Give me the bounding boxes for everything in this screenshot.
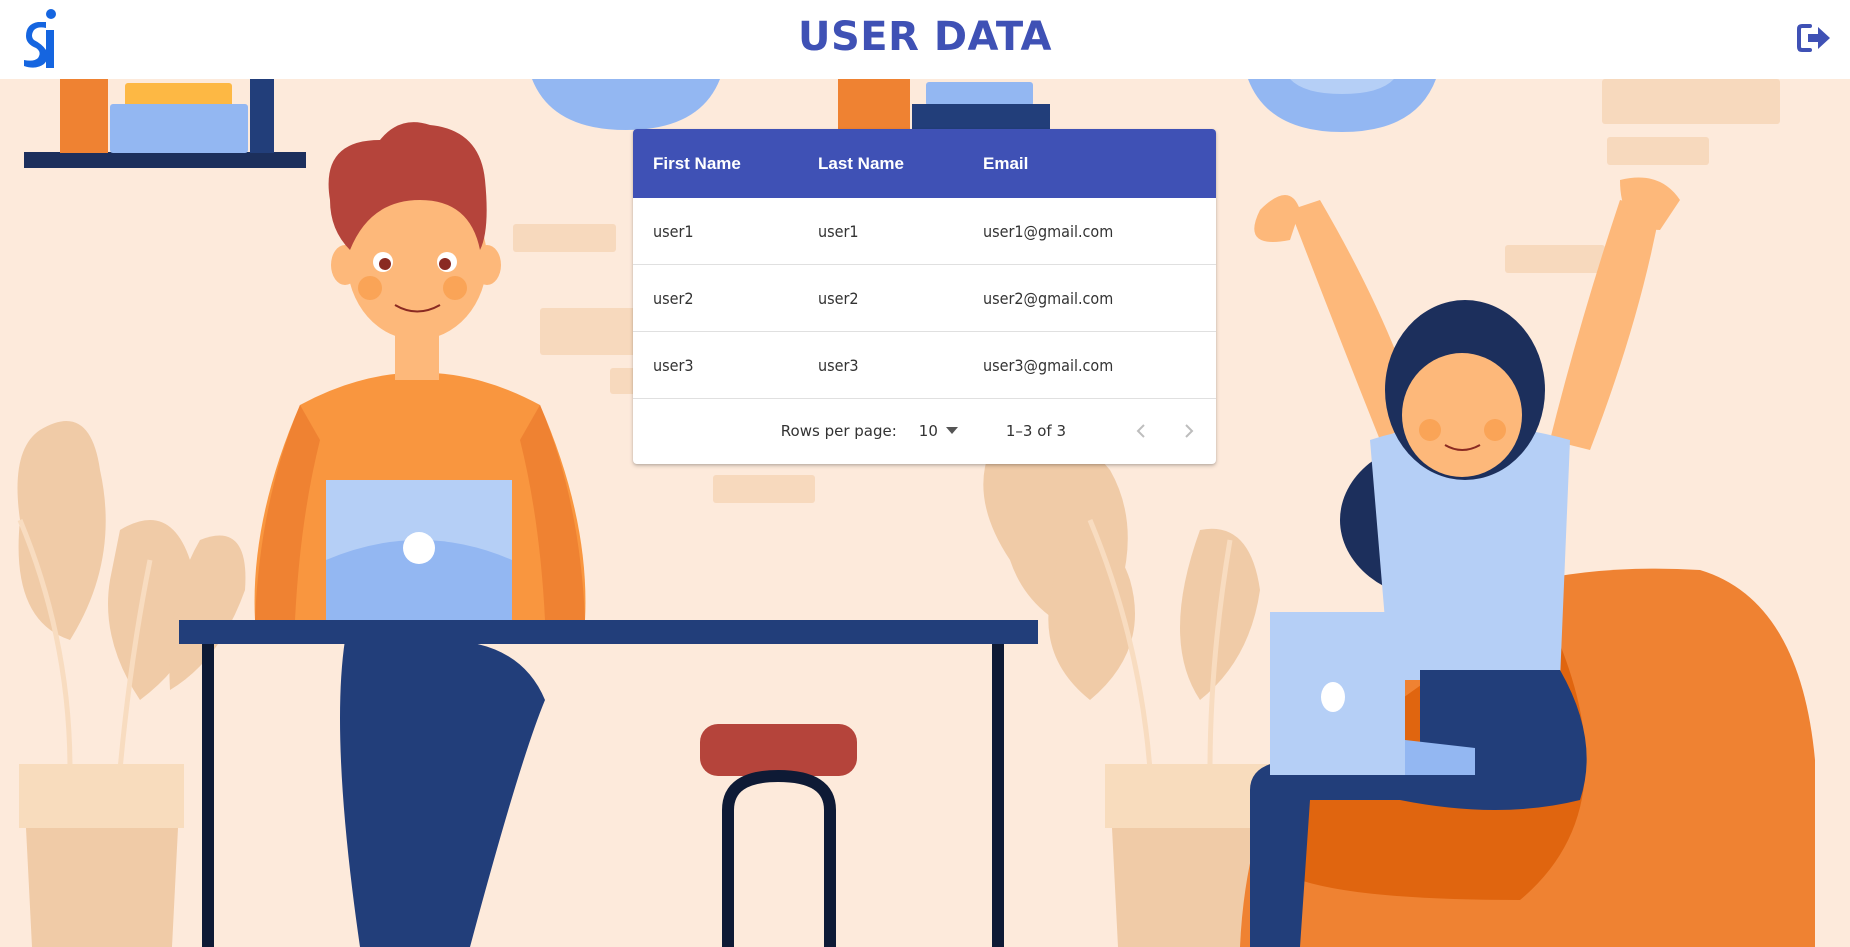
rows-per-page-label: Rows per page: xyxy=(780,422,897,440)
table-row[interactable]: user2 user2 user2@gmail.com xyxy=(633,265,1216,332)
previous-page-button[interactable] xyxy=(1128,418,1154,444)
cell-last-name: user2 xyxy=(818,288,859,308)
rows-per-page-select[interactable]: 10 xyxy=(919,422,958,440)
cell-first-name: user3 xyxy=(653,355,694,375)
cell-email: user3@gmail.com xyxy=(983,355,1114,375)
caret-down-icon xyxy=(945,427,958,434)
app-header: USER DATA xyxy=(0,0,1850,79)
page-title: USER DATA xyxy=(797,14,1053,60)
page-range-text: 1–3 of 3 xyxy=(1005,422,1066,440)
table-pagination: Rows per page: 10 1–3 of 3 xyxy=(633,399,1216,463)
logout-icon[interactable] xyxy=(1796,22,1832,54)
rows-per-page-value: 10 xyxy=(918,422,938,440)
column-header-first-name[interactable]: First Name xyxy=(633,154,798,174)
column-header-last-name[interactable]: Last Name xyxy=(798,154,963,174)
cell-first-name: user2 xyxy=(653,288,694,308)
table-header-row: First Name Last Name Email xyxy=(633,129,1216,198)
cell-email: user1@gmail.com xyxy=(983,221,1114,241)
chevron-left-icon xyxy=(1136,424,1145,438)
cell-last-name: user1 xyxy=(818,221,859,241)
next-page-button[interactable] xyxy=(1176,418,1202,444)
user-table: First Name Last Name Email user1 user1 u… xyxy=(633,129,1216,464)
chevron-right-icon xyxy=(1185,424,1194,438)
cell-last-name: user3 xyxy=(818,355,859,375)
table-row[interactable]: user1 user1 user1@gmail.com xyxy=(633,198,1216,265)
cell-email: user2@gmail.com xyxy=(983,288,1114,308)
column-header-email[interactable]: Email xyxy=(963,154,1216,174)
table-row[interactable]: user3 user3 user3@gmail.com xyxy=(633,332,1216,399)
cell-first-name: user1 xyxy=(653,221,694,241)
